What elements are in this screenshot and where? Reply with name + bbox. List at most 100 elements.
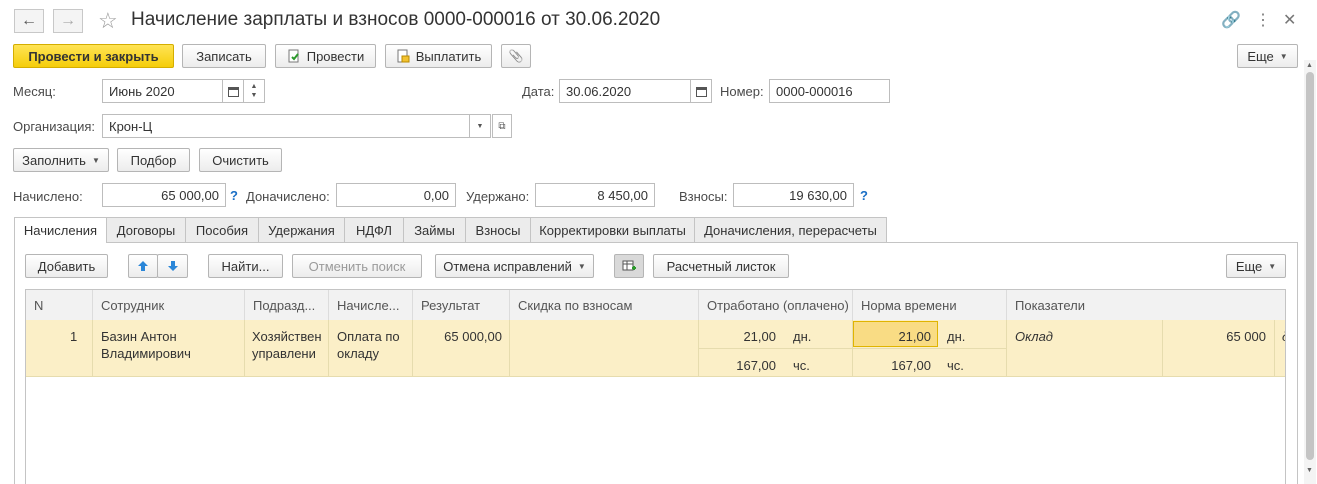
cancel-search-label: Отменить поиск	[308, 258, 406, 274]
star-icon[interactable]: ☆	[98, 8, 118, 34]
tab-deductions[interactable]: Удержания	[258, 217, 345, 242]
link-icon[interactable]: 🔗	[1221, 10, 1241, 30]
tab-accruals[interactable]: Начисления	[14, 217, 107, 243]
date-calendar-button[interactable]	[690, 79, 712, 103]
employee-name[interactable]: Базин Антон Владимирович	[101, 328, 191, 362]
move-down-button[interactable]	[157, 254, 188, 278]
help-icon[interactable]: ?	[230, 188, 238, 203]
title-bar: ← → ☆ Начисление зарплаты и взносов 0000…	[0, 0, 1317, 40]
accrual-line2: окладу	[337, 346, 379, 361]
more-menu-icon[interactable]: ⋮	[1255, 10, 1271, 30]
post-and-close-button[interactable]: Провести и закрыть	[13, 44, 174, 68]
month-spinner[interactable]: ▲ ▼	[243, 79, 265, 103]
more-button[interactable]: Еще ▼	[1237, 44, 1298, 68]
column-header-result[interactable]: Результат	[413, 290, 510, 320]
withheld-label: Удержано:	[466, 189, 530, 204]
attach-button[interactable]: 📎	[501, 44, 531, 68]
tab-ndfl[interactable]: НДФЛ	[344, 217, 404, 242]
back-button[interactable]: ←	[14, 9, 44, 33]
cancel-search-button[interactable]: Отменить поиск	[292, 254, 422, 278]
worked-hours[interactable]: 167,00	[699, 357, 776, 374]
caret-down-icon: ▼	[1268, 261, 1277, 271]
table-more-button[interactable]: Еще ▼	[1226, 254, 1286, 278]
row-divider	[699, 348, 1006, 349]
table-row[interactable]	[26, 320, 1285, 377]
column-header-accrual[interactable]: Начисле...	[329, 290, 413, 320]
column-divider	[1274, 320, 1275, 377]
post-button[interactable]: Провести	[275, 44, 376, 68]
scroll-up-icon[interactable]: ▲	[1306, 62, 1313, 69]
column-header-worked[interactable]: Отработано (оплачено)	[699, 290, 853, 320]
spin-up-icon[interactable]: ▲	[251, 82, 258, 91]
column-divider	[328, 320, 329, 377]
select-label: Подбор	[130, 152, 177, 168]
norm-days-unit: дн.	[947, 329, 966, 344]
norm-hours[interactable]: 167,00	[853, 357, 931, 374]
accrued-label: Начислено:	[13, 189, 83, 204]
accrual-line1: Оплата по	[337, 329, 400, 344]
caret-down-icon: ▼	[1279, 51, 1288, 61]
tab-payment-corrections[interactable]: Корректировки выплаты	[530, 217, 695, 242]
norm-days[interactable]: 21,00	[853, 328, 931, 345]
fill-label: Заполнить	[22, 152, 86, 168]
scroll-down-icon[interactable]: ▼	[1306, 467, 1313, 474]
calendar-icon	[227, 86, 239, 97]
accrued-field: 65 000,00	[102, 183, 226, 207]
cancel-corrections-label: Отмена исправлений	[443, 258, 572, 274]
clear-button[interactable]: Очистить	[199, 148, 282, 172]
month-field[interactable]: Июнь 2020	[102, 79, 223, 103]
tab-contracts[interactable]: Договоры	[106, 217, 186, 242]
pay-button[interactable]: Выплатить	[385, 44, 492, 68]
worked-days-unit: дн.	[793, 329, 812, 344]
table-settings-button[interactable]	[614, 254, 644, 278]
tab-loans[interactable]: Займы	[403, 217, 466, 242]
document-title: Начисление зарплаты и взносов 0000-00001…	[131, 9, 661, 30]
organization-open-button[interactable]: ⧉	[492, 114, 512, 138]
save-label: Записать	[196, 48, 252, 64]
save-button[interactable]: Записать	[182, 44, 266, 68]
tab-additional-accruals[interactable]: Доначисления, перерасчеты	[694, 217, 887, 242]
spin-down-icon[interactable]: ▼	[251, 91, 258, 100]
caret-down-icon: ▼	[577, 261, 586, 271]
calendar-button[interactable]	[222, 79, 244, 103]
close-icon[interactable]: ✕	[1283, 10, 1296, 30]
add-button[interactable]: Добавить	[25, 254, 108, 278]
pay-label: Выплатить	[415, 48, 482, 64]
indicator-value[interactable]: 65 000	[1163, 328, 1266, 345]
move-up-button[interactable]	[128, 254, 158, 278]
accrual-name[interactable]: Оплата по окладу	[337, 328, 400, 362]
number-field[interactable]: 0000-000016	[769, 79, 890, 103]
date-label: Дата:	[522, 84, 555, 99]
table-more-label: Еще	[1235, 258, 1263, 274]
column-header-contrib-discount[interactable]: Скидка по взносам	[510, 290, 699, 320]
column-header-employee[interactable]: Сотрудник	[93, 290, 245, 320]
worked-days[interactable]: 21,00	[699, 328, 776, 345]
contributions-label: Взносы:	[679, 189, 728, 204]
fill-button[interactable]: Заполнить ▼	[13, 148, 109, 172]
organization-dropdown-button[interactable]: ▼	[469, 114, 491, 138]
column-header-n[interactable]: N	[26, 290, 93, 320]
column-header-department[interactable]: Подразд...	[245, 290, 329, 320]
select-button[interactable]: Подбор	[117, 148, 190, 172]
arrow-left-icon: ←	[21, 12, 37, 29]
tab-contributions[interactable]: Взносы	[465, 217, 531, 242]
tab-benefits[interactable]: Пособия	[185, 217, 259, 242]
organization-field[interactable]: Крон-Ц	[102, 114, 470, 138]
forward-button[interactable]: →	[53, 9, 83, 33]
payslip-button[interactable]: Расчетный листок	[653, 254, 789, 278]
result-value[interactable]: 65 000,00	[413, 328, 502, 345]
scrollbar-thumb[interactable]	[1306, 72, 1314, 460]
additional-field: 0,00	[336, 183, 456, 207]
arrow-right-icon: →	[60, 12, 76, 29]
department-name[interactable]: Хозяйствен управлени	[252, 328, 322, 362]
post-and-close-label: Провести и закрыть	[28, 48, 159, 64]
column-header-indicators[interactable]: Показатели	[1007, 290, 1285, 320]
indicator-truncated: д	[1282, 328, 1285, 345]
cancel-corrections-button[interactable]: Отмена исправлений ▼	[435, 254, 594, 278]
find-button[interactable]: Найти...	[208, 254, 283, 278]
column-header-time-norm[interactable]: Норма времени	[853, 290, 1007, 320]
indicator-name[interactable]: Оклад	[1015, 328, 1053, 345]
help-icon[interactable]: ?	[860, 188, 868, 203]
date-field[interactable]: 30.06.2020	[559, 79, 691, 103]
worked-hours-unit: чс.	[793, 358, 810, 373]
